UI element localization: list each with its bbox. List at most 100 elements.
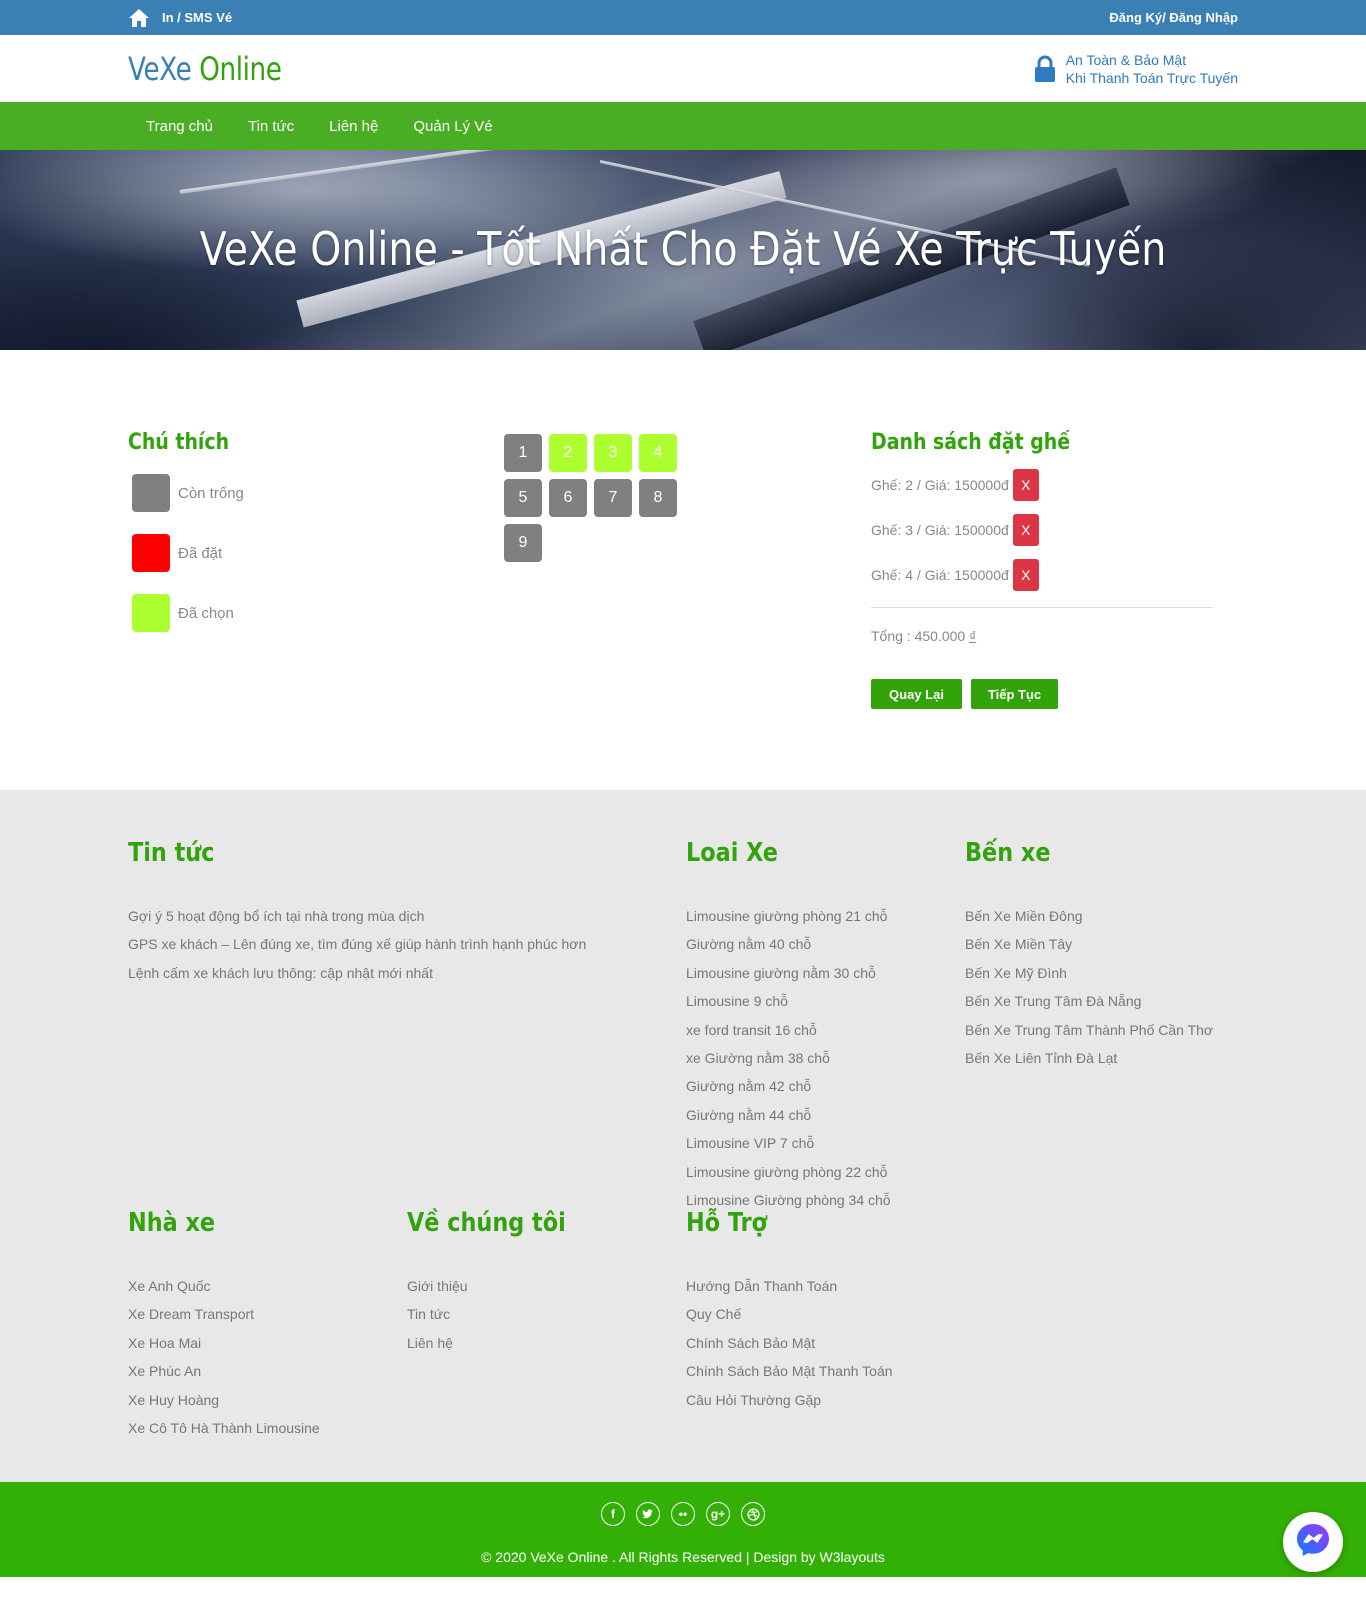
print-ticket-link[interactable]: In / SMS Vé <box>162 10 232 25</box>
footer-link[interactable]: Gợi ý 5 hoạt động bổ ích tại nhà trong m… <box>128 906 586 934</box>
legend: Chú thích Còn trống Đã đặt Đã chọn <box>128 430 428 632</box>
legend-item-booked: Đã đặt <box>132 534 428 572</box>
seat-3[interactable]: 3 <box>594 434 632 472</box>
site-logo[interactable]: VeXe Online <box>128 50 282 88</box>
booking-item: Ghế: 3 / Giá: 150000đ X <box>871 514 1221 546</box>
footer-link[interactable]: Xe Dream Transport <box>128 1304 320 1332</box>
booking-item: Ghế: 4 / Giá: 150000đ X <box>871 559 1221 591</box>
footer-link[interactable]: Quy Chế <box>686 1304 893 1332</box>
footer-heading: Loai Xe <box>686 838 778 868</box>
footer-about: Về chúng tôi Giới thiệu Tin tức Liên hệ <box>407 1208 592 1361</box>
back-button[interactable]: Quay Lại <box>871 679 962 709</box>
divider <box>871 607 1213 608</box>
footer-link[interactable]: Liên hệ <box>407 1333 592 1361</box>
seat-6[interactable]: 6 <box>549 479 587 517</box>
seat-1[interactable]: 1 <box>504 434 542 472</box>
footer-link[interactable]: Limousine giường phòng 21 chỗ <box>686 906 891 934</box>
footer-support: Hỗ Trợ Hướng Dẫn Thanh Toán Quy Chế Chín… <box>686 1208 893 1418</box>
booking-list: Danh sách đặt ghế Ghế: 2 / Giá: 150000đ … <box>871 430 1221 709</box>
booking-item-text: Ghế: 3 / Giá: 150000đ <box>871 522 1009 538</box>
footer-link[interactable]: Xe Hoa Mai <box>128 1333 320 1361</box>
nav-contact[interactable]: Liên hệ <box>329 118 378 135</box>
auth-link[interactable]: Đăng Ký/ Đăng Nhập <box>1109 10 1238 25</box>
footer-link[interactable]: Xe Cô Tô Hà Thành Limousine <box>128 1418 320 1446</box>
social-links: f •• g+ <box>0 1502 1366 1526</box>
remove-seat-button[interactable]: X <box>1012 514 1039 546</box>
footer-link[interactable]: Giường nằm 42 chỗ <box>686 1076 891 1104</box>
footer-links: Tin tức Gợi ý 5 hoạt động bổ ích tại nhà… <box>0 790 1366 1482</box>
seat-2[interactable]: 2 <box>549 434 587 472</box>
footer-link[interactable]: xe Giường nằm 38 chỗ <box>686 1048 891 1076</box>
booking-item: Ghế: 2 / Giá: 150000đ X <box>871 469 1221 501</box>
legend-label: Đã chọn <box>178 604 234 622</box>
google-plus-icon[interactable]: g+ <box>706 1502 730 1526</box>
continue-button[interactable]: Tiếp Tục <box>971 679 1058 709</box>
footer-link[interactable]: Bến Xe Trung Tâm Thành Phố Cần Thơ <box>965 1020 1213 1048</box>
remove-seat-button[interactable]: X <box>1012 559 1039 591</box>
footer-link[interactable]: Giới thiệu <box>407 1276 592 1304</box>
footer-operators: Nhà xe Xe Anh Quốc Xe Dream Transport Xe… <box>128 1208 320 1446</box>
footer-link[interactable]: Xe Phúc An <box>128 1361 320 1389</box>
footer-heading: Tin tức <box>128 838 215 868</box>
facebook-icon[interactable]: f <box>601 1502 625 1526</box>
dribbble-icon[interactable] <box>741 1502 765 1526</box>
nav-home[interactable]: Trang chủ <box>146 118 213 135</box>
secure-line-2: Khi Thanh Toán Trực Tuyến <box>1065 69 1238 86</box>
footer-link[interactable]: GPS xe khách – Lên đúng xe, tìm đúng xế … <box>128 934 586 962</box>
footer-link[interactable]: Xe Anh Quốc <box>128 1276 320 1304</box>
footer-link[interactable]: Limousine 9 chỗ <box>686 991 891 1019</box>
twitter-icon[interactable] <box>636 1502 660 1526</box>
footer-news: Tin tức Gợi ý 5 hoạt động bổ ích tại nhà… <box>128 838 586 991</box>
secure-line-1: An Toàn & Bảo Mật <box>1065 51 1187 68</box>
messenger-chat-button[interactable] <box>1283 1512 1343 1572</box>
seat-9[interactable]: 9 <box>504 524 542 562</box>
footer-bar: f •• g+ © 2020 VeXe Online . All Rights … <box>0 1482 1366 1577</box>
footer-heading: Bến xe <box>965 838 1051 868</box>
hero-banner: VeXe Online - Tốt Nhất Cho Đặt Vé Xe Trự… <box>0 150 1366 350</box>
legend-swatch <box>132 474 170 512</box>
footer-link[interactable]: Limousine VIP 7 chỗ <box>686 1133 891 1161</box>
footer-link[interactable]: Giường nằm 44 chỗ <box>686 1105 891 1133</box>
footer-link[interactable]: Limousine giường phòng 22 chỗ <box>686 1162 891 1190</box>
booking-item-text: Ghế: 2 / Giá: 150000đ <box>871 477 1009 493</box>
total-amount: Tổng : 450.000 ₫ <box>871 628 977 644</box>
footer-link[interactable]: Limousine giường nằm 30 chỗ <box>686 963 891 991</box>
messenger-icon <box>1295 1522 1331 1563</box>
lock-icon <box>1034 55 1056 83</box>
footer-link[interactable]: Bến Xe Liên Tỉnh Đà Lạt <box>965 1048 1213 1076</box>
footer-link[interactable]: Lệnh cấm xe khách lưu thông: cập nhật mớ… <box>128 963 586 991</box>
remove-seat-button[interactable]: X <box>1012 469 1039 501</box>
footer-heading: Về chúng tôi <box>407 1208 566 1238</box>
booking-item-text: Ghế: 4 / Giá: 150000đ <box>871 567 1009 583</box>
footer-link[interactable]: xe ford transit 16 chỗ <box>686 1020 891 1048</box>
home-icon[interactable] <box>128 8 150 28</box>
footer-link[interactable]: Tin tức <box>407 1304 592 1332</box>
nav-ticket-manage[interactable]: Quản Lý Vé <box>413 118 492 135</box>
footer-link[interactable]: Câu Hỏi Thường Gặp <box>686 1390 893 1418</box>
footer-link[interactable]: Bến Xe Miền Tây <box>965 934 1213 962</box>
footer-stations: Bến xe Bến Xe Miền Đông Bến Xe Miền Tây … <box>965 838 1213 1076</box>
footer-vehicle-types: Loai Xe Limousine giường phòng 21 chỗ Gi… <box>686 838 891 1218</box>
legend-item-selected: Đã chọn <box>132 594 428 632</box>
nav-news[interactable]: Tin tức <box>248 118 294 135</box>
footer-link[interactable]: Chính Sách Bảo Mật <box>686 1333 893 1361</box>
legend-swatch <box>132 594 170 632</box>
flickr-icon[interactable]: •• <box>671 1502 695 1526</box>
footer-link[interactable]: Bến Xe Miền Đông <box>965 906 1213 934</box>
brand-row: VeXe Online An Toàn & Bảo Mật Khi Thanh … <box>0 35 1366 102</box>
seat-5[interactable]: 5 <box>504 479 542 517</box>
legend-label: Còn trống <box>178 484 244 502</box>
secure-payment-notice: An Toàn & Bảo Mật Khi Thanh Toán Trực Tu… <box>1034 51 1238 87</box>
footer-heading: Hỗ Trợ <box>686 1208 768 1238</box>
legend-label: Đã đặt <box>178 544 223 562</box>
footer-link[interactable]: Chính Sách Bảo Mật Thanh Toán <box>686 1361 893 1389</box>
footer-link[interactable]: Hướng Dẫn Thanh Toán <box>686 1276 893 1304</box>
seat-8[interactable]: 8 <box>639 479 677 517</box>
legend-title: Chú thích <box>128 430 230 455</box>
footer-link[interactable]: Xe Huy Hoàng <box>128 1390 320 1418</box>
footer-link[interactable]: Giường nằm 40 chỗ <box>686 934 891 962</box>
footer-link[interactable]: Bến Xe Mỹ Đình <box>965 963 1213 991</box>
seat-7[interactable]: 7 <box>594 479 632 517</box>
footer-link[interactable]: Bến Xe Trung Tâm Đà Nẵng <box>965 991 1213 1019</box>
seat-4[interactable]: 4 <box>639 434 677 472</box>
